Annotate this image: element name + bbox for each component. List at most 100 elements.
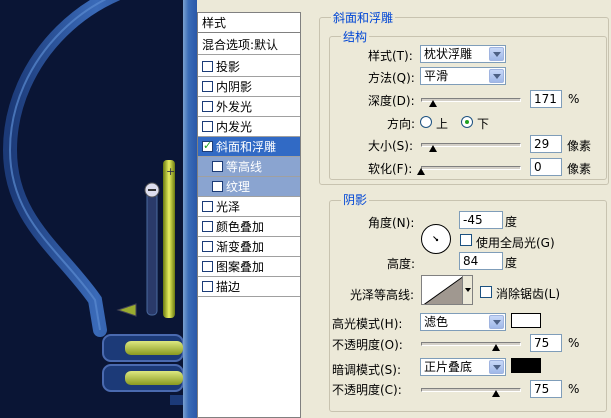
angle-dial[interactable]	[421, 224, 451, 254]
gradient-overlay-checkbox[interactable]	[202, 241, 213, 252]
angle-label: 角度(N):	[368, 216, 415, 230]
shading-title: 阴影	[341, 191, 370, 208]
angle-dial-needle	[433, 236, 439, 242]
satin-checkbox[interactable]	[202, 201, 213, 212]
shadow-color-swatch[interactable]	[511, 358, 541, 373]
canvas-artwork: +	[0, 0, 183, 418]
chevron-down-icon[interactable]	[489, 315, 504, 329]
global-light-checkbox[interactable]	[460, 234, 472, 246]
highlight-mode-value: 滤色	[424, 315, 449, 329]
chevron-down-icon[interactable]	[489, 47, 504, 61]
bevel-style-select[interactable]: 枕状浮雕	[420, 45, 506, 63]
style-item-label: 描边	[216, 280, 241, 294]
shadow-opacity-slider[interactable]	[421, 388, 521, 392]
direction-up-label: 上	[436, 117, 449, 131]
style-item-stroke[interactable]: 描边	[198, 277, 300, 297]
style-label: 样式(T):	[368, 49, 413, 63]
gloss-contour-label: 光泽等高线:	[350, 288, 415, 302]
antialias-checkbox[interactable]	[480, 286, 492, 298]
shadow-mode-select[interactable]: 正片叠底	[420, 358, 506, 376]
style-item-satin[interactable]: 光泽	[198, 197, 300, 217]
antialias-label: 消除锯齿(L)	[496, 287, 561, 301]
style-item-label: 颜色叠加	[216, 220, 265, 234]
texture-checkbox[interactable]	[212, 181, 223, 192]
highlight-opacity-thumb[interactable]	[492, 344, 500, 353]
direction-down-label: 下	[477, 117, 490, 131]
technique-label: 方法(Q):	[368, 71, 415, 85]
stroke-checkbox[interactable]	[202, 281, 213, 292]
size-slider-thumb[interactable]	[429, 145, 437, 154]
style-item-drop-shadow[interactable]: 投影	[198, 57, 300, 77]
style-item-contour[interactable]: 等高线	[198, 157, 300, 177]
depth-unit: %	[568, 92, 580, 106]
style-list-header[interactable]: 样式	[198, 13, 300, 33]
shadow-opacity-label: 不透明度(C):	[332, 383, 402, 397]
direction-up-radio[interactable]	[420, 116, 432, 128]
blend-options-label: 混合选项:默认	[202, 38, 279, 52]
style-item-bevel-emboss[interactable]: 斜面和浮雕	[198, 137, 300, 157]
style-item-outer-glow[interactable]: 外发光	[198, 97, 300, 117]
altitude-input[interactable]: 84	[459, 252, 503, 270]
angle-input[interactable]: -45	[459, 211, 503, 229]
style-item-inner-shadow[interactable]: 内阴影	[198, 77, 300, 97]
style-item-label: 光泽	[216, 200, 241, 214]
highlight-opacity-input[interactable]: 75	[530, 334, 562, 352]
bevel-settings-panel: 斜面和浮雕 结构 样式(T): 枕状浮雕 方法(Q): 平滑 深度(D): 17…	[301, 0, 611, 418]
style-item-label: 渐变叠加	[216, 240, 265, 254]
style-item-label: 斜面和浮雕	[216, 140, 277, 154]
depth-input[interactable]: 171	[530, 90, 562, 108]
angle-unit: 度	[505, 215, 518, 229]
soften-unit: 像素	[567, 162, 592, 176]
structure-title: 结构	[341, 28, 370, 45]
svg-text:+: +	[166, 165, 175, 178]
highlight-opacity-slider[interactable]	[421, 342, 521, 346]
style-item-label: 外发光	[216, 100, 253, 114]
drop-shadow-checkbox[interactable]	[202, 61, 213, 72]
style-item-texture[interactable]: 纹理	[198, 177, 300, 197]
altitude-label: 高度:	[387, 257, 416, 271]
highlight-mode-select[interactable]: 滤色	[420, 313, 506, 331]
inner-shadow-checkbox[interactable]	[202, 81, 213, 92]
style-item-label: 等高线	[226, 160, 263, 174]
outer-glow-checkbox[interactable]	[202, 101, 213, 112]
chevron-down-icon[interactable]	[489, 360, 504, 374]
blend-options-item[interactable]: 混合选项:默认	[198, 35, 300, 55]
style-item-label: 纹理	[226, 180, 251, 194]
bevel-emboss-checkbox[interactable]	[202, 139, 213, 152]
soften-slider-thumb[interactable]	[417, 168, 425, 177]
contour-dropdown-button[interactable]	[462, 275, 473, 305]
size-input[interactable]: 29	[530, 135, 562, 153]
direction-down-radio[interactable]	[461, 116, 473, 128]
style-item-pattern-overlay[interactable]: 图案叠加	[198, 257, 300, 277]
highlight-mode-label: 高光模式(H):	[332, 317, 403, 331]
soften-label: 软化(F):	[368, 162, 413, 176]
inner-glow-checkbox[interactable]	[202, 121, 213, 132]
size-unit: 像素	[567, 139, 592, 153]
pattern-overlay-checkbox[interactable]	[202, 261, 213, 272]
gloss-contour-preview[interactable]	[421, 275, 463, 305]
chevron-down-icon[interactable]	[489, 69, 504, 83]
bevel-section-title: 斜面和浮雕	[331, 9, 396, 26]
soften-input[interactable]: 0	[530, 158, 562, 176]
highlight-color-swatch[interactable]	[511, 313, 541, 328]
shadow-opacity-thumb[interactable]	[492, 390, 500, 399]
color-overlay-checkbox[interactable]	[202, 221, 213, 232]
style-item-inner-glow[interactable]: 内发光	[198, 117, 300, 137]
style-item-label: 内发光	[216, 120, 253, 134]
shadow-opacity-input[interactable]: 75	[530, 380, 562, 398]
technique-select[interactable]: 平滑	[420, 67, 506, 85]
soften-slider[interactable]	[421, 166, 521, 170]
light-bulb-illustration: +	[2, 0, 183, 405]
contour-checkbox[interactable]	[212, 161, 223, 172]
direction-label: 方向:	[387, 117, 416, 131]
depth-slider-thumb[interactable]	[429, 100, 437, 109]
depth-label: 深度(D):	[368, 94, 415, 108]
technique-value: 平滑	[424, 69, 449, 83]
style-item-color-overlay[interactable]: 颜色叠加	[198, 217, 300, 237]
style-item-label: 图案叠加	[216, 260, 265, 274]
size-label: 大小(S):	[368, 139, 414, 153]
style-item-gradient-overlay[interactable]: 渐变叠加	[198, 237, 300, 257]
style-list-header-label: 样式	[202, 16, 227, 30]
global-light-label: 使用全局光(G)	[476, 236, 555, 250]
shadow-mode-value: 正片叠底	[424, 360, 473, 374]
